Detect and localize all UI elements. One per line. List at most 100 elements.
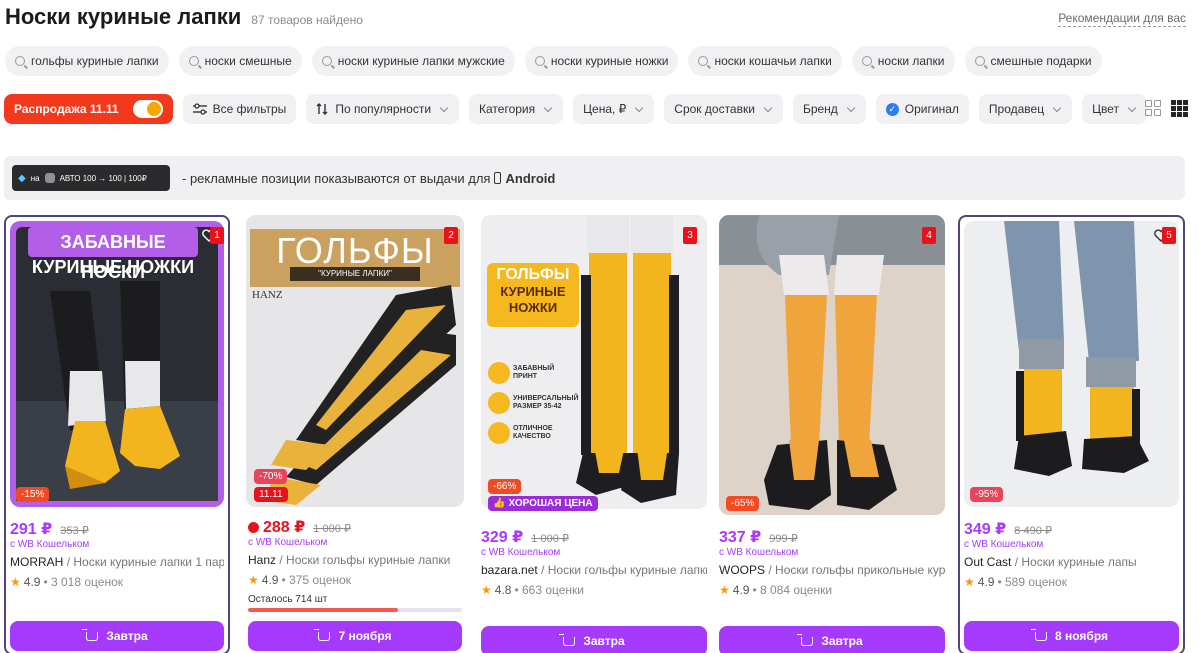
product-card[interactable]: 5 -95% 349 ₽ 8 490 ₽ с WB Кошельком Out …	[958, 215, 1185, 653]
price-filter[interactable]: Цена, ₽	[573, 94, 655, 124]
rating-value: 4.9	[732, 583, 750, 597]
chip-label: носки куриные ножки	[550, 54, 669, 68]
filter-label: Бренд	[802, 102, 838, 116]
product-name[interactable]: Hanz / Носки гольфы куриные лапки	[248, 553, 462, 567]
chevron-down-icon	[635, 103, 644, 112]
search-icon	[321, 56, 332, 66]
position-badge: 4	[922, 227, 936, 244]
filter-bar: Распродажа 11.11 Все фильтры По популярн…	[4, 94, 1147, 124]
original-filter[interactable]: ✓ Оригинал	[875, 94, 969, 124]
filter-label: Цена, ₽	[583, 102, 627, 116]
add-to-cart-button[interactable]: 7 ноября	[248, 621, 462, 651]
product-card[interactable]: ГОЛЬФЫ "КУРИНЫЕ ЛАПКИ" HANZ 2 -70% 11.11…	[244, 215, 466, 653]
search-icon	[974, 56, 985, 66]
seller-filter[interactable]: Продавец	[978, 94, 1073, 124]
sort-dropdown[interactable]: По популярности	[306, 94, 460, 124]
add-to-cart-button[interactable]: 8 ноября	[964, 621, 1179, 651]
price-block: 349 ₽ 8 490 ₽	[964, 519, 1052, 539]
delivery-label: 8 ноября	[1054, 629, 1108, 643]
product-name[interactable]: MORRAH / Носки куриные лапки 1 пара	[10, 555, 224, 569]
sale-toggle[interactable]: Распродажа 11.11	[4, 94, 173, 124]
recommendations-link[interactable]: Рекомендации для вас	[1058, 11, 1186, 27]
search-chip[interactable]: носки смешные	[178, 46, 302, 76]
sort-arrows-icon	[316, 103, 328, 115]
filter-label: По популярности	[335, 102, 432, 116]
results-count: 87 товаров найдено	[251, 13, 363, 27]
position-badge: 2	[444, 227, 458, 244]
add-to-cart-button[interactable]: Завтра	[10, 621, 224, 651]
search-chip[interactable]: гольфы куриные лапки	[5, 46, 169, 76]
small-grid-icon[interactable]	[1171, 100, 1188, 117]
product-image[interactable]	[964, 221, 1179, 507]
price-block: 337 ₽ 999 ₽	[719, 527, 798, 547]
current-price: 291 ₽	[10, 521, 53, 538]
search-icon	[861, 56, 872, 66]
delivery-label: 7 ноября	[338, 629, 392, 643]
search-chip[interactable]: носки куриные лапки мужские	[311, 46, 515, 76]
ad-notice-bar: ◆ на АВТО 100 → 100 | 100₽ - рекламные п…	[4, 156, 1185, 200]
product-name[interactable]: Out Cast / Носки куриные лапы	[964, 555, 1179, 569]
discount-badge: -66%	[488, 479, 522, 494]
search-chip[interactable]: носки кошачьи лапки	[688, 46, 842, 76]
rating-value: 4.8	[494, 583, 512, 597]
reviews-count: • 8 084 оценки	[752, 583, 833, 597]
wallet-note: с WB Кошельком	[10, 539, 90, 550]
all-filters-button[interactable]: Все фильтры	[182, 94, 297, 124]
wallet-note: с WB Кошельком	[248, 537, 328, 548]
ad-tag-prefix: на	[30, 173, 40, 183]
rating-value: 4.9	[23, 575, 41, 589]
star-icon: ★	[248, 573, 259, 587]
chevron-down-icon	[846, 103, 856, 112]
search-chip[interactable]: носки куриные ножки	[524, 46, 679, 76]
discount-badge: -95%	[970, 487, 1004, 502]
product-card[interactable]: 4 -65% 337 ₽ 999 ₽ с WB Кошельком WOOPS …	[718, 215, 946, 653]
discount-badge: -70%	[254, 469, 288, 484]
product-image[interactable]: ГОЛЬФЫ "КУРИНЫЕ ЛАПКИ" HANZ	[246, 215, 464, 507]
sale-label: Распродажа 11.11	[14, 102, 119, 116]
delivery-label: Завтра	[106, 629, 148, 643]
rating: ★ 4.9 • 589 оценок	[964, 575, 1067, 589]
product-photo	[481, 215, 707, 509]
product-photo	[964, 221, 1179, 507]
platform-name: Android	[505, 170, 556, 186]
wallet-note: с WB Кошельком	[481, 547, 561, 558]
product-image[interactable]: ЗАБАВНЫЕ НОСКИ КУРИНЫЕ НОЖКИ	[10, 221, 224, 507]
brand-name: MORRAH	[10, 555, 64, 569]
delivery-filter[interactable]: Срок доставки	[664, 94, 783, 124]
large-grid-icon[interactable]	[1145, 100, 1161, 116]
chevron-down-icon	[1127, 103, 1137, 112]
image-title-2: КУРИНЫЕ	[500, 284, 566, 299]
category-filter[interactable]: Категория	[469, 94, 564, 124]
product-title: / Носки гольфы куриные лапки	[541, 563, 707, 577]
image-brand: HANZ	[252, 289, 283, 301]
brand-filter[interactable]: Бренд	[792, 94, 866, 124]
image-title-3: НОЖКИ	[508, 300, 558, 315]
product-card[interactable]: ЗАБАВНЫЕ НОСКИ КУРИНЫЕ НОЖКИ 1 -15% 291 …	[4, 215, 230, 653]
stock-bar-fill	[248, 608, 398, 612]
star-icon: ★	[719, 583, 730, 597]
old-price: 1 000 ₽	[531, 533, 569, 545]
filter-label: Цвет	[1092, 102, 1119, 116]
reviews-count: • 589 оценок	[997, 575, 1067, 589]
add-to-cart-button[interactable]: Завтра	[481, 626, 707, 653]
sliders-icon	[192, 103, 207, 115]
product-image[interactable]: ГОЛЬФЫ КУРИНЫЕ НОЖКИ ЗАБАВНЫЙ ПРИНТ УНИВ…	[481, 215, 707, 509]
product-name[interactable]: WOOPS / Носки гольфы прикольные кур...	[719, 563, 945, 577]
delivery-label: Завтра	[821, 634, 863, 648]
product-image[interactable]	[719, 215, 945, 515]
search-chip[interactable]: носки лапки	[851, 46, 955, 76]
wallet-note: с WB Кошельком	[719, 547, 799, 558]
rating: ★ 4.9 • 375 оценок	[248, 573, 351, 587]
page-title: Носки куриные лапки	[5, 4, 242, 29]
toggle-switch[interactable]	[132, 100, 163, 118]
product-card[interactable]: ГОЛЬФЫ КУРИНЫЕ НОЖКИ ЗАБАВНЫЙ ПРИНТ УНИВ…	[480, 215, 708, 653]
add-to-cart-button[interactable]: Завтра	[719, 626, 945, 653]
discount-badge: -65%	[726, 496, 760, 511]
view-toggle	[1145, 100, 1188, 117]
color-filter[interactable]: Цвет	[1082, 94, 1147, 124]
cart-icon	[1030, 628, 1047, 641]
filter-label: Срок доставки	[674, 102, 755, 116]
product-name[interactable]: bazara.net / Носки гольфы куриные лапки	[481, 563, 707, 577]
current-price: 329 ₽	[481, 529, 524, 546]
search-chip[interactable]: смешные подарки	[964, 46, 1102, 76]
